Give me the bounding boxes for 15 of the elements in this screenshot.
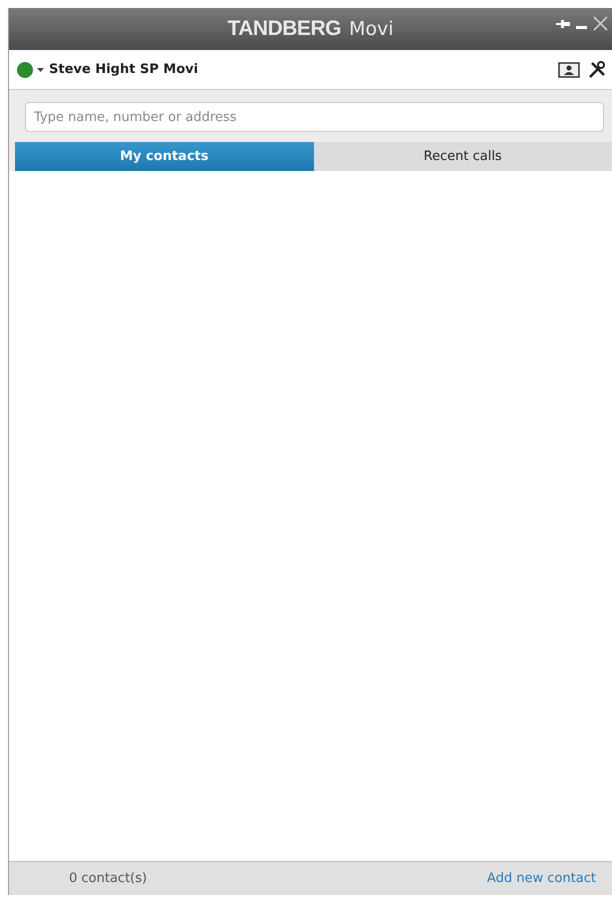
product-name: Movi	[348, 16, 394, 42]
add-contact-link[interactable]: Add new contact	[487, 868, 596, 888]
user-name: Steve Hight SP Movi	[49, 60, 198, 79]
contact-card-icon[interactable]	[558, 62, 580, 78]
tab[interactable]: Recent calls	[314, 142, 612, 171]
pin-icon[interactable]	[556, 20, 570, 28]
caret-icon[interactable]	[37, 66, 45, 72]
contact-count: 0 contact(s)	[69, 870, 147, 888]
close-icon[interactable]	[593, 16, 608, 31]
settings-icon[interactable]	[588, 60, 606, 78]
search-field[interactable]: Type name, number or address	[25, 102, 604, 132]
status-dot[interactable]	[17, 62, 33, 78]
brand-logo: TANDBERG	[228, 16, 341, 42]
minimize-icon[interactable]	[576, 26, 587, 30]
tab[interactable]: My contacts	[15, 142, 314, 171]
